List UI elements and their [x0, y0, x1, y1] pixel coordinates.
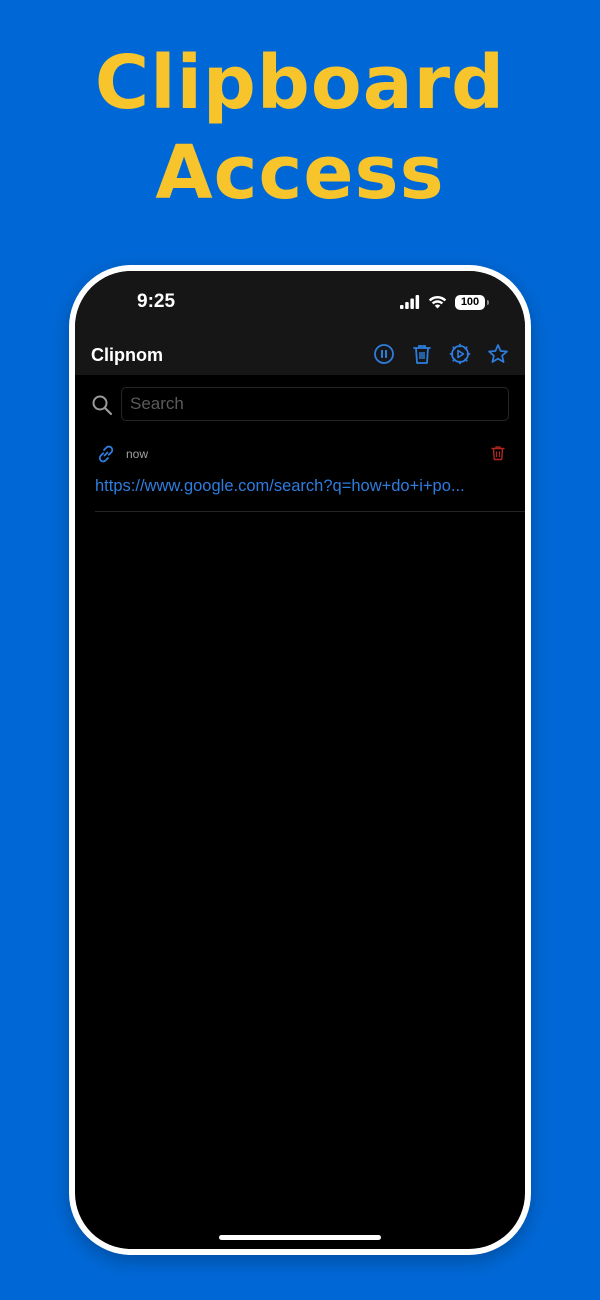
clip-list-item[interactable]: now https://www.google.com/search?q=how+…	[95, 439, 525, 512]
status-icons: 100	[400, 293, 489, 311]
phone-frame: 9:25 100 Clipnom Search now https://www.…	[69, 265, 531, 1255]
wifi-icon	[428, 295, 447, 309]
phone-screen: 9:25 100 Clipnom Search now https://www.…	[75, 271, 525, 1249]
star-icon[interactable]	[487, 343, 509, 365]
search-input[interactable]	[121, 387, 509, 421]
promo-headline: Clipboard Access	[0, 38, 600, 218]
search-icon	[92, 395, 113, 416]
trash-icon[interactable]	[411, 343, 433, 365]
app-title: Clipnom	[91, 345, 163, 365]
delete-clip-icon[interactable]	[490, 445, 506, 461]
home-indicator	[219, 1235, 381, 1240]
top-bar: 9:25 100 Clipnom	[75, 271, 525, 375]
search-bar	[91, 387, 509, 423]
headline-line-2: Access	[155, 130, 445, 216]
clip-timestamp: now	[126, 447, 149, 461]
cellular-signal-icon	[400, 295, 420, 309]
headline-line-1: Clipboard	[94, 40, 506, 126]
pause-icon[interactable]	[373, 343, 395, 365]
clip-content: https://www.google.com/search?q=how+do+i…	[95, 477, 465, 495]
battery-indicator: 100	[455, 294, 489, 310]
link-icon	[98, 445, 114, 463]
nav-actions	[373, 343, 509, 365]
status-time: 9:25	[137, 291, 176, 312]
settings-play-icon[interactable]	[449, 343, 471, 365]
